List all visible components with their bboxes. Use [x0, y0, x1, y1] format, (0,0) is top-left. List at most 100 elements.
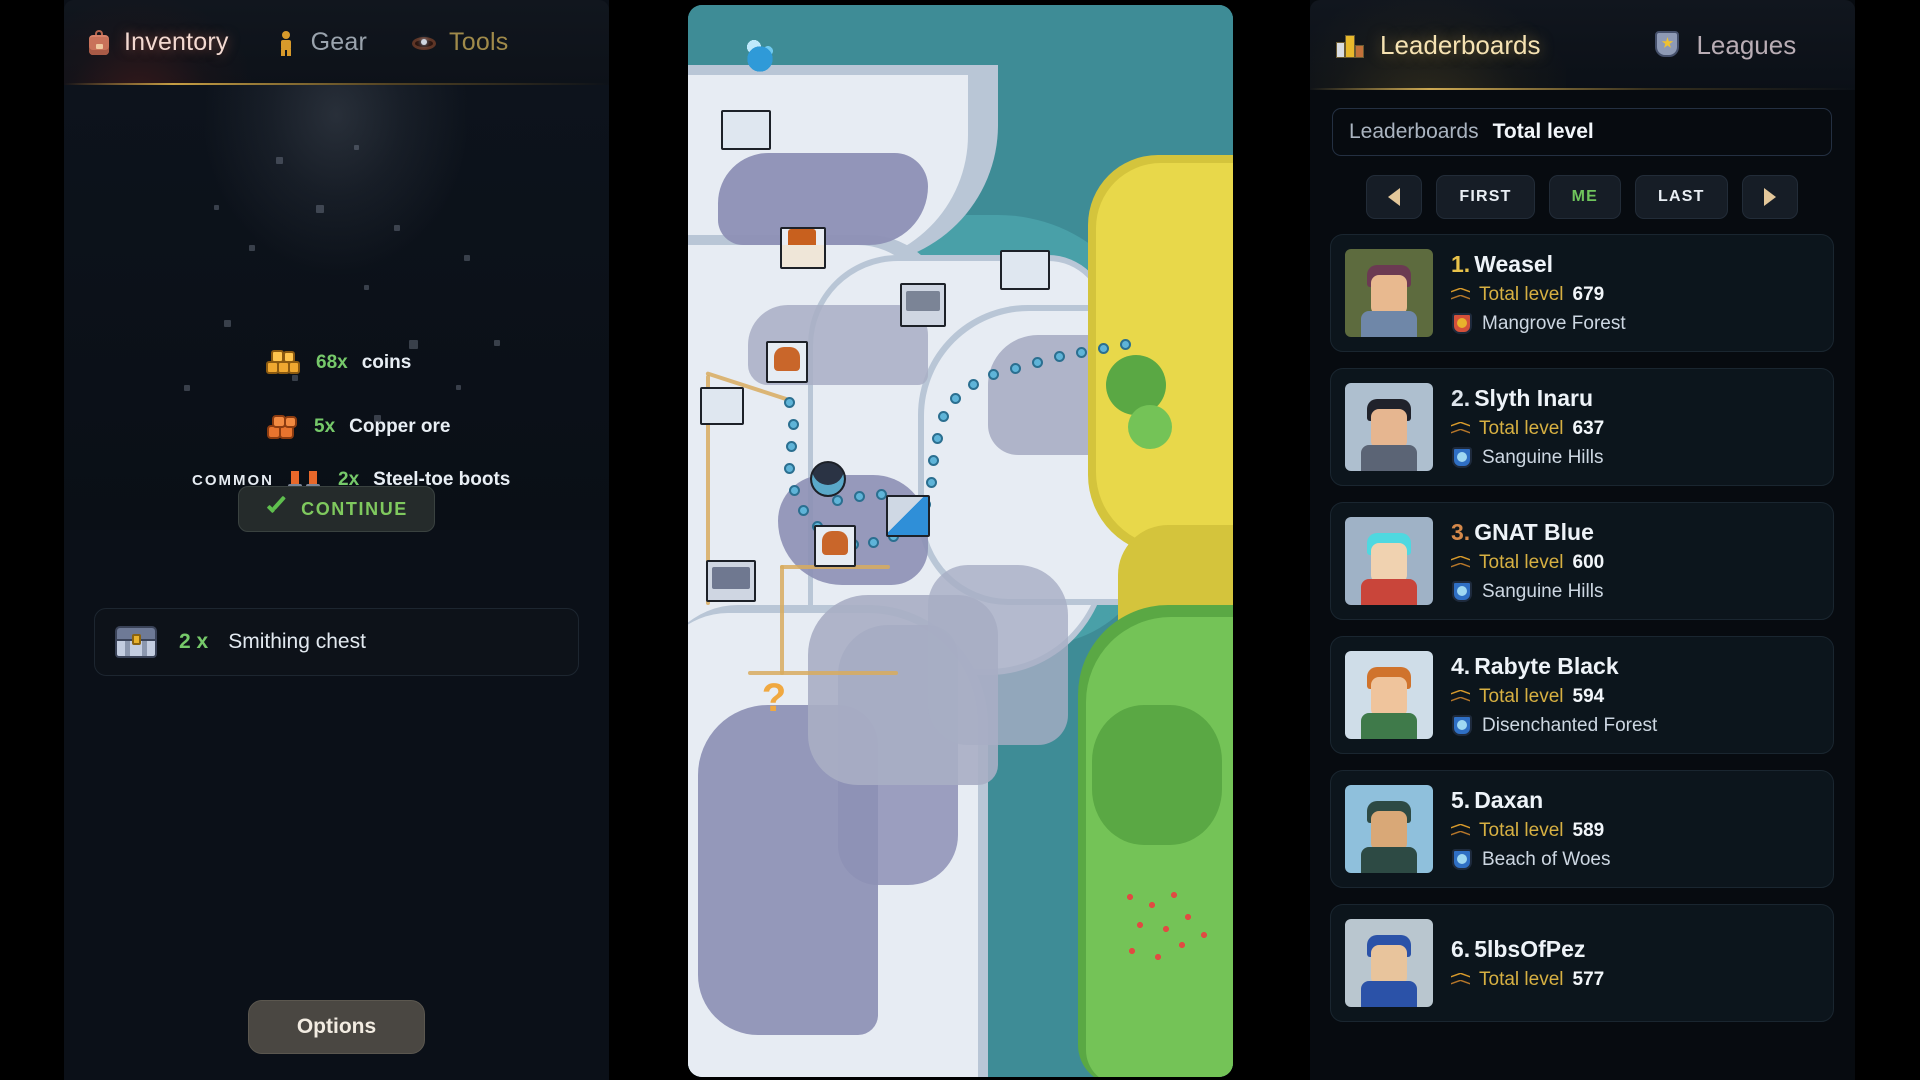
map-marker-quest[interactable]: ? [760, 677, 788, 719]
reward-name: coins [361, 352, 412, 373]
smithing-chest-card[interactable]: 2 x Smithing chest [94, 608, 579, 676]
reward-name: Copper ore [349, 416, 451, 437]
map-marker-glacier-1[interactable] [721, 110, 771, 150]
metric-value: 589 [1572, 819, 1605, 841]
breadcrumb[interactable]: Leaderboards Total level [1332, 108, 1832, 156]
location-badge-icon [1451, 446, 1473, 470]
shield-star-icon [1652, 29, 1682, 61]
prev-page-button[interactable] [1366, 175, 1423, 219]
continue-button[interactable]: CONTINUE [238, 486, 435, 532]
map-marker-dock[interactable] [886, 495, 930, 537]
chevrons-up-icon [1451, 821, 1470, 841]
coins-icon [264, 347, 302, 379]
chevrons-up-icon [1451, 285, 1470, 305]
world-map-panel[interactable]: ? [688, 5, 1233, 1077]
leaderboard-location: Beach of Woes [1451, 848, 1611, 872]
options-button[interactable]: Options [247, 1000, 426, 1054]
reward-row: 68x coins [264, 347, 411, 379]
leaderboard-rank: 5. [1451, 786, 1471, 813]
triangle-right-icon [1763, 188, 1776, 206]
leaderboard-row-info: 1. Weasel Total level 679 Mangrove Forest [1451, 251, 1626, 336]
location-label: Sanguine Hills [1482, 446, 1604, 468]
metric-label: Total level [1479, 685, 1564, 707]
leaderboard-metric: Total level 679 [1451, 284, 1626, 306]
first-page-button[interactable]: FIRST [1436, 175, 1535, 219]
avatar [1345, 651, 1433, 739]
map-marker-smithy-icon [822, 531, 848, 555]
options-button-label: Options [296, 1015, 377, 1038]
map-marker-castle-keep [712, 567, 750, 589]
map-marker-glacier-2[interactable] [1000, 250, 1050, 290]
leaderboard-row-info: 3. GNAT Blue Total level 600 Sanguine Hil… [1451, 519, 1604, 604]
copper-ore-icon [266, 413, 300, 441]
leaderboard-player-name: Rabyte Black [1474, 652, 1619, 679]
reward-stage: 68x coins 5x Copper ore COMMON 2x Steel-… [64, 85, 609, 530]
tab-tools-label: Tools [449, 28, 509, 56]
me-label: ME [1571, 188, 1599, 205]
world-map-canvas[interactable]: ? [688, 5, 1233, 1077]
map-marker-glacier-3[interactable] [700, 387, 744, 425]
chevrons-up-icon [1451, 553, 1470, 573]
chest-icon [113, 624, 159, 660]
me-button[interactable]: ME [1548, 175, 1622, 219]
avatar [1345, 785, 1433, 873]
location-badge-icon [1451, 848, 1473, 872]
leaderboard-metric: Total level 594 [1451, 686, 1657, 708]
last-page-label: LAST [1658, 188, 1705, 205]
tab-gear-label: Gear [310, 28, 368, 56]
leaderboard-player-name: Weasel [1474, 250, 1554, 277]
breadcrumb-root[interactable]: Leaderboards [1349, 120, 1479, 144]
options-button-wrap: Options [64, 1000, 609, 1054]
tab-gear[interactable]: Gear [251, 0, 389, 85]
leaderboard-rank: 2. [1451, 384, 1471, 411]
reward-qty: 5x [314, 416, 336, 437]
metric-value: 594 [1572, 685, 1605, 707]
leaderboard-row[interactable]: 4. Rabyte Black Total level 594 Disenchan… [1330, 636, 1834, 754]
leaderboard-player-name: 5lbsOfPez [1474, 935, 1586, 962]
chest-qty: 2 x [179, 630, 209, 653]
map-marker-village-roof [788, 229, 816, 245]
tab-leaderboards[interactable]: Leaderboards [1310, 0, 1567, 90]
leaderboard-row[interactable]: 3. GNAT Blue Total level 600 Sanguine Hil… [1330, 502, 1834, 620]
leaderboard-row[interactable]: 2. Slyth Inaru Total level 637 Sanguine H… [1330, 368, 1834, 486]
pagination-controls: FIRST ME LAST [1332, 175, 1832, 219]
location-badge-icon [1451, 580, 1473, 604]
first-page-label: FIRST [1459, 188, 1512, 205]
location-badge-icon [1451, 714, 1473, 738]
leaderboard-row[interactable]: 6. 5lbsOfPez Total level 577 [1330, 904, 1834, 1022]
leaderboard-list[interactable]: 1. Weasel Total level 679 Mangrove Forest [1330, 234, 1834, 1080]
chest-name: Smithing chest [228, 630, 366, 653]
leaderboard-player-name: GNAT Blue [1474, 518, 1594, 545]
map-marker-player[interactable] [810, 461, 846, 497]
leaderboard-row-name: 5. Daxan [1451, 787, 1611, 814]
inventory-tabbar: Inventory Gear Tools [64, 0, 609, 85]
map-marker-iceberg[interactable] [738, 33, 784, 77]
person-icon [273, 29, 299, 57]
breadcrumb-current: Total level [1492, 120, 1594, 143]
continue-button-wrap: CONTINUE [64, 486, 609, 532]
app-root: Inventory Gear Tools 68x coins 5x Copper… [0, 0, 1920, 1080]
metric-label: Total level [1479, 968, 1564, 990]
leaderboard-row[interactable]: 5. Daxan Total level 589 Beach of Woes [1330, 770, 1834, 888]
leaderboard-row-info: 6. 5lbsOfPez Total level 577 [1451, 936, 1604, 991]
leaderboard-row-info: 2. Slyth Inaru Total level 637 Sanguine H… [1451, 385, 1604, 470]
backpack-icon [86, 29, 112, 57]
leaderboard-player-name: Daxan [1474, 786, 1544, 813]
next-page-button[interactable] [1741, 175, 1798, 219]
reward-qty: 68x [316, 352, 348, 373]
leaderboard-row-name: 4. Rabyte Black [1451, 653, 1657, 680]
last-page-button[interactable]: LAST [1635, 175, 1728, 219]
leaderboard-location: Mangrove Forest [1451, 312, 1626, 336]
ring-icon [411, 29, 437, 57]
check-icon [265, 498, 287, 520]
location-label: Mangrove Forest [1482, 312, 1626, 334]
location-label: Sanguine Hills [1482, 580, 1604, 602]
leaderboard-row[interactable]: 1. Weasel Total level 679 Mangrove Forest [1330, 234, 1834, 352]
tab-tools[interactable]: Tools [389, 0, 530, 85]
tab-leagues[interactable]: Leagues [1626, 0, 1822, 90]
avatar [1345, 383, 1433, 471]
tab-inventory[interactable]: Inventory [64, 0, 251, 85]
metric-label: Total level [1479, 819, 1564, 841]
avatar [1345, 919, 1433, 1007]
leaderboard-player-name: Slyth Inaru [1474, 384, 1594, 411]
